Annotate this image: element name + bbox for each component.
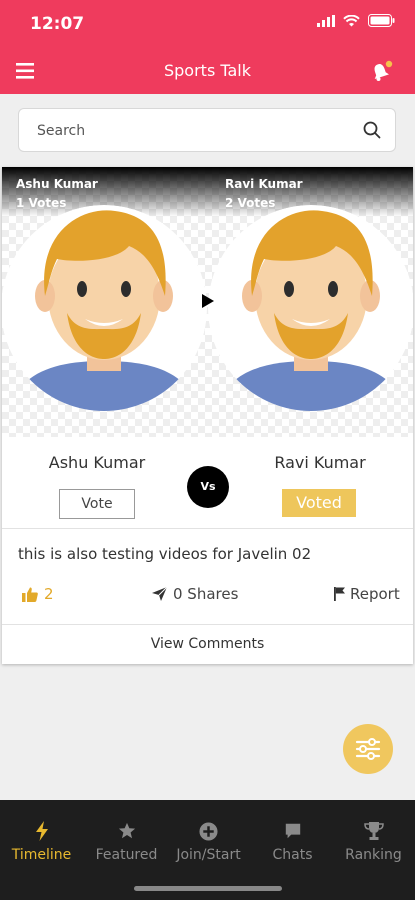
tab-featured[interactable]: Featured <box>85 820 168 863</box>
play-icon[interactable] <box>202 294 214 308</box>
filter-fab[interactable] <box>343 724 393 774</box>
right-candidate-avatar <box>208 205 413 411</box>
tab-ranking[interactable]: Ranking <box>332 820 415 863</box>
tab-label: Join/Start <box>176 847 241 863</box>
page-title: Sports Talk <box>163 61 251 80</box>
view-comments-button[interactable]: View Comments <box>2 625 413 663</box>
tab-join-start[interactable]: Join/Start <box>167 820 250 863</box>
post-card: Ashu Kumar 1 Votes Ravi Kumar 2 Votes As… <box>2 167 413 664</box>
tab-label: Timeline <box>11 847 72 863</box>
versus-media[interactable]: Ashu Kumar 1 Votes Ravi Kumar 2 Votes <box>2 167 413 437</box>
status-time: 12:07 <box>30 14 85 34</box>
status-bar: 12:07 <box>0 0 415 48</box>
flag-icon <box>334 587 345 601</box>
tab-label: Featured <box>95 847 158 863</box>
app-header: Sports Talk <box>0 48 415 94</box>
left-candidate-avatar <box>2 205 207 411</box>
search-bar <box>18 108 396 152</box>
like-button[interactable]: 2 <box>22 585 54 603</box>
share-count: 0 Shares <box>173 585 239 603</box>
chat-icon <box>285 823 300 839</box>
home-indicator <box>134 886 282 891</box>
bottom-tab-bar: Timeline Featured Join/Start Chats Ranki… <box>0 800 415 900</box>
notifications-button[interactable] <box>369 59 393 83</box>
left-candidate-name: Ashu Kumar <box>48 453 146 472</box>
bell-icon <box>374 60 393 81</box>
like-count: 2 <box>44 585 54 603</box>
search-input[interactable] <box>35 119 339 143</box>
trophy-icon <box>363 822 384 840</box>
tab-timeline[interactable]: Timeline <box>0 820 83 863</box>
bolt-icon <box>35 821 48 841</box>
share-button[interactable]: 0 Shares <box>152 585 238 603</box>
vs-badge: Vs <box>187 466 229 508</box>
post-text: this is also testing videos for Javelin … <box>18 545 312 563</box>
star-icon <box>118 822 135 839</box>
report-button[interactable]: Report <box>334 585 400 603</box>
tab-label: Chats <box>272 847 313 863</box>
battery-icon <box>368 14 395 27</box>
send-icon <box>152 587 167 601</box>
left-candidate-name-top: Ashu Kumar <box>16 177 98 191</box>
tab-chats[interactable]: Chats <box>251 820 334 863</box>
sliders-icon <box>355 738 381 760</box>
search-icon[interactable] <box>363 121 381 139</box>
right-candidate-name-top: Ravi Kumar <box>225 177 303 191</box>
wifi-icon <box>343 14 360 26</box>
signal-icon <box>317 14 335 27</box>
vote-button[interactable]: Vote <box>59 489 135 519</box>
report-label: Report <box>350 585 400 603</box>
tab-label: Ranking <box>345 847 402 863</box>
plus-circle-icon <box>199 821 218 841</box>
right-candidate-name: Ravi Kumar <box>274 453 366 472</box>
status-icons <box>317 14 395 27</box>
voted-button[interactable]: Voted <box>282 489 356 517</box>
thumbs-up-icon <box>22 587 38 602</box>
divider <box>2 528 413 529</box>
